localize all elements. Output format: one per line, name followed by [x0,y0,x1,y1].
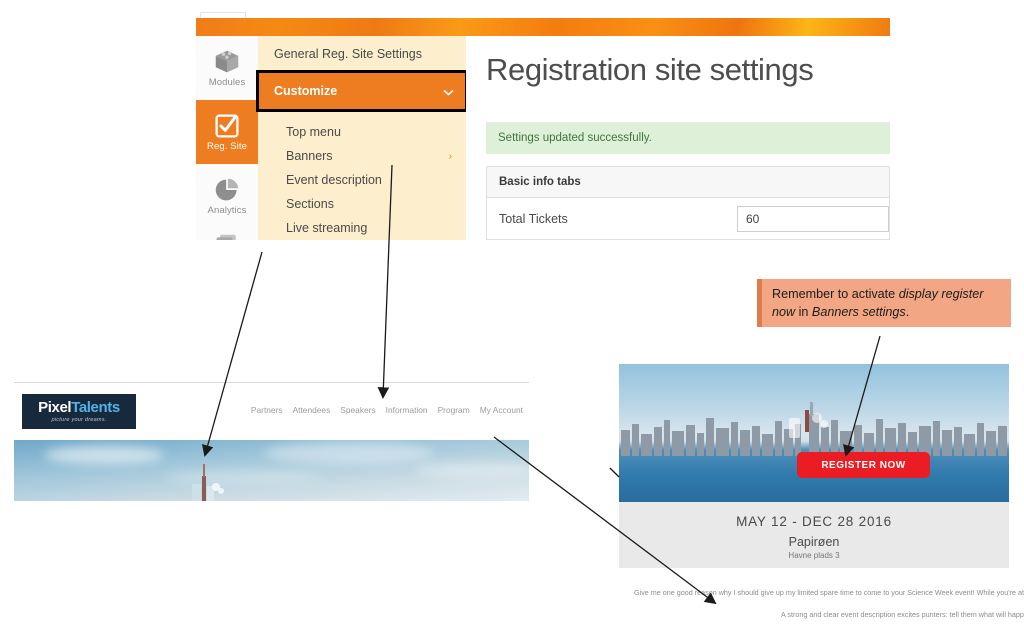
sidebar-item-analytics[interactable]: Analytics [196,164,258,228]
success-alert: Settings updated successfully. [486,122,890,154]
site-top-menu: Partners Attendees Speakers Information … [251,405,523,415]
panel-title: Basic info tabs [487,167,889,198]
description-paragraph: A strong and clear event description exc… [781,610,1024,619]
logo-wordmark: PixelTalents [38,400,120,415]
sidebar-item-reg-site[interactable]: Reg. Site [196,100,258,164]
logo-part-pixel: Pixel [38,399,72,416]
right-banner-preview: REGISTER NOW MAY 12 - DEC 28 2016 Papirø… [619,364,1009,568]
event-address: Havne plads 3 [788,551,840,560]
menu-item-label: Event description [286,173,382,187]
menu-item-banners[interactable]: Banners › [258,144,466,168]
sidebar-item-label: Reg. Site [207,140,247,152]
event-dates: MAY 12 - DEC 28 2016 [736,514,892,529]
logo-tagline: picture your dreams. [51,417,107,423]
total-tickets-input[interactable]: 60 [737,206,889,232]
chevron-down-icon [443,85,454,99]
page-title: Registration site settings [486,52,814,87]
sidebar-item-label: Analytics [207,204,247,216]
menu-item-label: Live streaming [286,221,368,235]
app-header-bar [196,18,890,36]
menu-item-label: Top menu [286,125,341,139]
callout-prefix: Remember to activate [772,287,899,301]
checkbox-icon [213,113,241,139]
nav-item-information[interactable]: Information [386,405,428,415]
nav-item-partners[interactable]: Partners [251,405,283,415]
menu-item-live-streaming[interactable]: Live streaming [258,216,466,240]
nav-item-program[interactable]: Program [438,405,470,415]
basic-info-panel: Basic info tabs Total Tickets 60 [486,166,890,240]
table-row: Total Tickets 60 [487,198,889,240]
event-venue: Papirøen [788,535,840,549]
pie-chart-icon [213,177,241,203]
banner-hero-image: REGISTER NOW [619,364,1009,502]
callout-emphasis-2: Banners settings [811,305,906,320]
callout-middle: in [795,305,812,320]
annotation-callout: Remember to activate display register no… [757,279,1011,327]
field-label: Total Tickets [499,212,568,226]
sidebar-icon-rail: Modules Reg. Site Analytics [196,36,259,240]
menu-item-label: Sections [286,197,334,211]
arrow-banner-tick [609,467,620,478]
left-site-preview: PixelTalents picture your dreams. Partne… [14,382,529,501]
menu-item-event-description[interactable]: Event description [258,168,466,192]
nav-item-speakers[interactable]: Speakers [340,405,375,415]
menu-item-customize[interactable]: Customize [256,70,468,112]
layers-icon [213,233,241,240]
city-skyline [621,402,1007,456]
sidebar-item-modules[interactable]: Modules [196,36,258,100]
menu-item-label: Banners [286,149,333,163]
site-banner-image [14,440,529,501]
admin-panel-screenshot: Modules Reg. Site Analytics General Reg.… [196,0,890,240]
sidebar-item-partial[interactable] [196,228,258,240]
callout-suffix: . [905,305,910,320]
event-meta: MAY 12 - DEC 28 2016 Papirøen Havne plad… [619,502,1009,560]
register-now-button[interactable]: REGISTER NOW [797,452,930,478]
nav-item-my-account[interactable]: My Account [480,405,523,415]
modules-box-icon [213,49,241,75]
menu-item-label: General Reg. Site Settings [274,47,422,61]
description-line-1: Give me one good reason why I should giv… [634,588,1024,597]
menu-item-general-settings[interactable]: General Reg. Site Settings [258,36,466,72]
menu-item-label: Customize [274,84,338,98]
logo-part-talents: Talents [71,399,120,416]
pixeltalents-logo: PixelTalents picture your dreams. [22,394,136,429]
menu-item-top-menu[interactable]: Top menu [258,120,466,144]
customize-flyout-menu: General Reg. Site Settings Customize Top… [256,36,468,240]
event-description-preview: Give me one good reason why I should giv… [620,584,1024,642]
settings-content-area: Registration site settings Settings upda… [466,36,890,240]
menu-item-sections[interactable]: Sections [258,192,466,216]
sidebar-item-label: Modules [208,76,246,88]
alert-text: Settings updated successfully. [498,132,652,144]
nav-item-attendees[interactable]: Attendees [293,405,331,415]
chevron-right-icon: › [448,151,452,162]
